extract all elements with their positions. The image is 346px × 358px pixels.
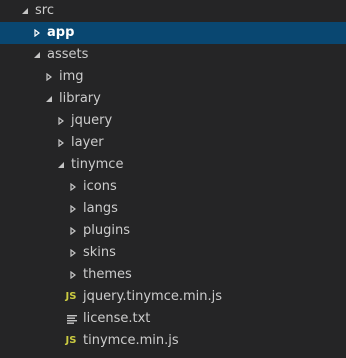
- tree-item-label: assets: [47, 47, 89, 62]
- tree-item-plugins[interactable]: plugins: [0, 220, 346, 242]
- file-explorer-tree: src app assets img library jquery layer …: [0, 0, 346, 352]
- chevron-down-icon[interactable]: [21, 0, 31, 22]
- tree-item-label: tinymce.min.js: [83, 333, 179, 348]
- tree-item-langs[interactable]: langs: [0, 198, 346, 220]
- tree-item-themes[interactable]: themes: [0, 264, 346, 286]
- tree-item-src[interactable]: src: [0, 0, 346, 22]
- tree-item-license-txt[interactable]: license.txt: [0, 308, 346, 330]
- chevron-right-icon[interactable]: [45, 66, 55, 88]
- tree-item-label: themes: [83, 267, 132, 282]
- tree-item-label: tinymce: [71, 157, 124, 172]
- tree-item-label: img: [59, 69, 84, 84]
- tree-item-library[interactable]: library: [0, 88, 346, 110]
- chevron-right-icon[interactable]: [69, 198, 79, 220]
- tree-item-label: app: [47, 25, 75, 40]
- tree-item-tinymce-min-js[interactable]: JS tinymce.min.js: [0, 330, 346, 352]
- chevron-right-icon[interactable]: [69, 264, 79, 286]
- text-file-icon: [66, 308, 80, 330]
- tree-item-label: src: [35, 3, 54, 18]
- chevron-right-icon[interactable]: [69, 242, 79, 264]
- tree-item-jquery[interactable]: jquery: [0, 110, 346, 132]
- chevron-right-icon[interactable]: [57, 110, 67, 132]
- tree-item-img[interactable]: img: [0, 66, 346, 88]
- chevron-right-icon[interactable]: [69, 220, 79, 242]
- chevron-right-icon[interactable]: [33, 22, 43, 44]
- tree-item-label: plugins: [83, 223, 130, 238]
- tree-item-label: jquery: [71, 113, 113, 128]
- tree-item-label: jquery.tinymce.min.js: [83, 289, 223, 304]
- tree-item-label: layer: [71, 135, 104, 150]
- chevron-down-icon[interactable]: [33, 44, 43, 66]
- tree-item-app[interactable]: app: [0, 22, 346, 44]
- tree-item-layer[interactable]: layer: [0, 132, 346, 154]
- tree-item-tinymce[interactable]: tinymce: [0, 154, 346, 176]
- tree-item-label: langs: [83, 201, 118, 216]
- js-file-icon: JS: [65, 335, 77, 346]
- tree-item-label: library: [59, 91, 101, 106]
- js-file-icon: JS: [65, 291, 77, 302]
- chevron-right-icon[interactable]: [69, 176, 79, 198]
- tree-item-skins[interactable]: skins: [0, 242, 346, 264]
- chevron-right-icon[interactable]: [57, 132, 67, 154]
- chevron-down-icon[interactable]: [57, 154, 67, 176]
- chevron-down-icon[interactable]: [45, 88, 55, 110]
- tree-item-icons[interactable]: icons: [0, 176, 346, 198]
- tree-item-jquery-tinymce-min-js[interactable]: JS jquery.tinymce.min.js: [0, 286, 346, 308]
- tree-item-label: skins: [83, 245, 116, 260]
- tree-item-assets[interactable]: assets: [0, 44, 346, 66]
- tree-item-label: license.txt: [83, 311, 151, 326]
- tree-item-label: icons: [83, 179, 117, 194]
